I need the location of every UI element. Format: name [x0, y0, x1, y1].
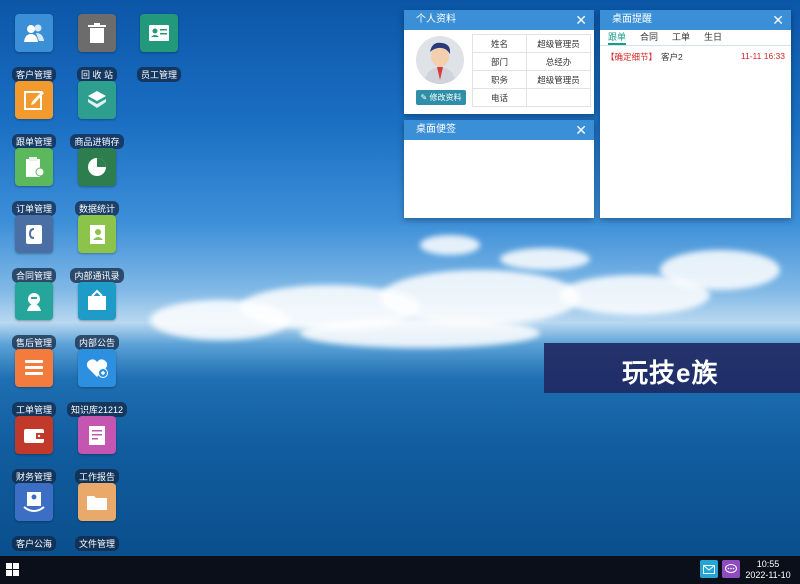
folder-icon — [78, 483, 116, 521]
report-icon — [78, 416, 116, 454]
notes-panel-header: 桌面便签 ✕ — [404, 120, 594, 140]
desktop-icon-address-book[interactable]: 内部通讯录 — [67, 215, 127, 283]
notes-textarea[interactable] — [406, 142, 592, 216]
windows-start-icon[interactable] — [6, 563, 20, 577]
clock-date: 2022-11-10 — [745, 570, 791, 580]
close-icon[interactable]: ✕ — [575, 10, 587, 30]
support-agent-icon — [15, 282, 53, 320]
profile-table: 姓名 超级管理员 部门 总经办 职务 超级管理员 电话 — [472, 34, 591, 107]
desktop-icon-pie-chart[interactable]: 数据统计 — [67, 148, 127, 216]
address-book-icon — [78, 215, 116, 253]
desktop-icon-client-pool[interactable]: 客户公海 — [4, 483, 64, 551]
notes-panel-title: 桌面便签 — [416, 124, 456, 135]
desktop-icon-label: 财务管理 — [11, 469, 56, 484]
desktop-icon-label: 售后管理 — [11, 335, 56, 350]
pie-chart-icon — [78, 148, 116, 186]
desktop-icon-label: 内部公告 — [74, 335, 119, 350]
reminder-panel: 桌面提醒 ✕ 跟单 合同 工单 生日 【确定细节】 客户2 11-11 16:3… — [600, 10, 791, 218]
profile-panel-header: 个人资料 ✕ — [404, 10, 594, 30]
banner-text: 玩技e族 — [622, 358, 719, 388]
desktop-icon-label: 商品进销存 — [70, 134, 124, 149]
desktop-icon-label: 员工管理 — [136, 67, 181, 82]
desktop-icon-folder[interactable]: 文件管理 — [67, 483, 127, 551]
contract-icon — [15, 215, 53, 253]
wallet-icon — [15, 416, 53, 454]
package-icon — [78, 81, 116, 119]
desktop-icon-report[interactable]: 工作报告 — [67, 416, 127, 484]
desktop-icon-label: 知识库21212 — [67, 402, 128, 417]
profile-panel-title: 个人资料 — [416, 14, 456, 25]
employee-card-icon — [140, 14, 178, 52]
reminder-date: 11-11 16:33 — [740, 51, 785, 61]
desktop-icon-label: 回 收 站 — [76, 67, 117, 82]
edit-icon — [15, 81, 53, 119]
customers-icon — [15, 14, 53, 52]
trash-icon — [78, 14, 116, 52]
table-row: 职务 超级管理员 — [472, 70, 591, 89]
desktop-icon-label: 跟单管理 — [11, 134, 56, 149]
tab-workorder[interactable]: 工单 — [672, 30, 690, 45]
tab-contract[interactable]: 合同 — [640, 30, 658, 45]
desktop-icon-label: 工单管理 — [11, 402, 56, 417]
desktop-icon-package[interactable]: 商品进销存 — [67, 81, 127, 149]
edit-icon: ✎ — [420, 93, 428, 102]
taskbar: 10:55 2022-11-10 — [0, 556, 800, 584]
edit-profile-button[interactable]: ✎ 修改资料 — [416, 90, 466, 105]
notice-board-icon — [78, 282, 116, 320]
reminder-tag: 【确定细节】 — [606, 52, 658, 62]
reminder-client: 客户2 — [661, 52, 683, 62]
desktop: 客户管理 回 收 站 员工管理跟单管理 商品进销存订单管理 数据统计合同管理 内部通讯录售… — [0, 0, 800, 556]
desktop-icon-label: 订单管理 — [11, 201, 56, 216]
desktop-icon-label: 数据统计 — [74, 201, 119, 216]
list-icon — [15, 349, 53, 387]
table-row: 电话 — [472, 88, 591, 107]
desktop-icon-customers[interactable]: 客户管理 — [4, 14, 64, 82]
desktop-icon-label: 客户管理 — [11, 67, 56, 82]
table-row: 部门 总经办 — [472, 52, 591, 71]
close-icon[interactable]: ✕ — [575, 120, 587, 140]
desktop-icon-edit[interactable]: 跟单管理 — [4, 81, 64, 149]
reminder-panel-header: 桌面提醒 ✕ — [600, 10, 791, 30]
desktop-icon-employee-card[interactable]: 员工管理 — [129, 14, 189, 82]
desktop-icon-contract[interactable]: 合同管理 — [4, 215, 64, 283]
notes-panel: 桌面便签 ✕ — [404, 120, 594, 218]
desktop-icon-label: 文件管理 — [74, 536, 119, 551]
close-icon[interactable]: ✕ — [772, 10, 784, 30]
clock-time: 10:55 — [756, 559, 780, 569]
profile-panel: 个人资料 ✕ ✎ 修改资料 姓名 超级管理员 部门 总经办 职务 超级管理员 电话 — [404, 10, 594, 114]
desktop-icon-list[interactable]: 工单管理 — [4, 349, 64, 417]
desktop-icon-support-agent[interactable]: 售后管理 — [4, 282, 64, 350]
brand-banner: 玩技e族 — [544, 343, 800, 393]
chat-icon[interactable] — [722, 560, 740, 578]
desktop-icon-label: 内部通讯录 — [70, 268, 124, 283]
list-item[interactable]: 【确定细节】 客户2 11-11 16:33 — [600, 46, 791, 68]
client-pool-icon — [15, 483, 53, 521]
desktop-icon-trash[interactable]: 回 收 站 — [67, 14, 127, 82]
tab-birthday[interactable]: 生日 — [704, 30, 722, 45]
desktop-icon-clipboard[interactable]: 订单管理 — [4, 148, 64, 216]
desktop-icon-label: 客户公海 — [11, 536, 56, 551]
mail-icon[interactable] — [700, 560, 718, 578]
desktop-icon-label: 合同管理 — [11, 268, 56, 283]
desktop-icon-wallet[interactable]: 财务管理 — [4, 416, 64, 484]
reminder-panel-title: 桌面提醒 — [612, 14, 652, 25]
avatar — [416, 36, 464, 84]
desktop-icon-heart-plus[interactable]: 知识库21212 — [67, 349, 128, 417]
clipboard-icon — [15, 148, 53, 186]
heart-plus-icon — [78, 349, 116, 387]
reminder-tabs: 跟单 合同 工单 生日 — [600, 30, 791, 46]
desktop-icon-label: 工作报告 — [74, 469, 119, 484]
table-row: 姓名 超级管理员 — [472, 34, 591, 53]
tab-followup[interactable]: 跟单 — [608, 30, 627, 45]
desktop-icon-notice-board[interactable]: 内部公告 — [67, 282, 127, 350]
clock[interactable]: 10:55 2022-11-10 — [742, 559, 794, 581]
